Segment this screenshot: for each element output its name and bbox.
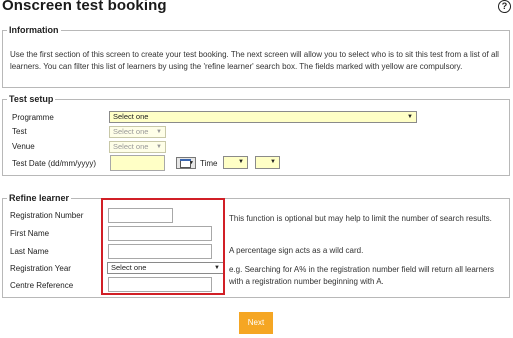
page-title: Onscreen test booking xyxy=(2,0,167,14)
calendar-button[interactable]: ▼ xyxy=(176,157,196,169)
chevron-down-icon: ▼ xyxy=(270,159,276,165)
refine-learner-legend: Refine learner xyxy=(9,193,70,203)
test-setup-legend: Test setup xyxy=(9,94,54,104)
programme-select[interactable]: Select one ▼ xyxy=(109,111,417,123)
minute-select[interactable]: ▼ xyxy=(255,156,280,169)
chevron-down-icon: ▼ xyxy=(156,129,162,135)
first-name-label: First Name xyxy=(10,229,50,238)
test-date-label: Test Date (dd/mm/yyyy) xyxy=(12,159,97,168)
chevron-down-icon: ▼ xyxy=(407,114,413,120)
last-name-label: Last Name xyxy=(10,247,49,256)
centre-reference-label: Centre Reference xyxy=(10,281,74,290)
chevron-down-icon: ▼ xyxy=(189,160,194,166)
chevron-down-icon: ▼ xyxy=(238,159,244,165)
registration-number-label: Registration Number xyxy=(10,211,84,220)
information-text: Use the first section of this screen to … xyxy=(10,50,499,71)
refine-help-text-3: e.g. Searching for A% in the registratio… xyxy=(229,265,495,286)
refine-help-text-1: This function is optional but may help t… xyxy=(229,214,492,223)
refine-help-text-2: A percentage sign acts as a wild card. xyxy=(229,246,364,255)
registration-year-label: Registration Year xyxy=(10,264,71,273)
time-label: Time xyxy=(200,159,218,168)
hour-select[interactable]: ▼ xyxy=(223,156,248,169)
test-label: Test xyxy=(12,127,27,136)
test-select[interactable]: Select one ▼ xyxy=(109,126,166,138)
highlight-box xyxy=(101,198,225,295)
venue-select-value: Select one xyxy=(113,142,149,151)
programme-label: Programme xyxy=(12,113,54,122)
test-date-input[interactable] xyxy=(110,155,165,171)
venue-select[interactable]: Select one ▼ xyxy=(109,141,166,153)
programme-select-value: Select one xyxy=(113,112,149,121)
information-legend: Information xyxy=(9,25,59,35)
venue-label: Venue xyxy=(12,142,35,151)
information-section: Information Use the first section of thi… xyxy=(2,25,510,88)
next-button[interactable]: Next xyxy=(239,312,273,334)
test-select-value: Select one xyxy=(113,127,149,136)
chevron-down-icon: ▼ xyxy=(156,144,162,150)
help-icon[interactable]: ? xyxy=(498,0,511,13)
